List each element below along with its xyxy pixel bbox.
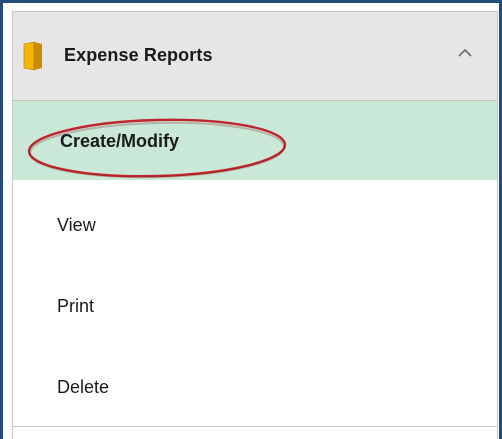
menu-item-create-modify[interactable]: Create/Modify <box>13 101 497 180</box>
menu-item-view[interactable]: View <box>13 180 497 260</box>
folder-icon <box>23 41 42 71</box>
section-title: Expense Reports <box>64 45 213 65</box>
menu-item-print[interactable]: Print <box>13 260 497 340</box>
window-frame: Expense Reports Create/Modify View Print… <box>0 0 502 439</box>
menu-item-label: Print <box>57 296 95 316</box>
chevron-up-icon[interactable] <box>458 47 472 57</box>
menu-item-label: Create/Modify <box>60 131 180 151</box>
panel-bottom-divider <box>13 426 497 439</box>
menu-item-label: View <box>57 215 96 235</box>
menu-item-label: Delete <box>57 377 110 397</box>
navigation-panel: Expense Reports Create/Modify View Print… <box>12 11 498 439</box>
menu-item-delete[interactable]: Delete <box>13 340 497 420</box>
section-header-expense-reports[interactable]: Expense Reports <box>13 12 497 101</box>
